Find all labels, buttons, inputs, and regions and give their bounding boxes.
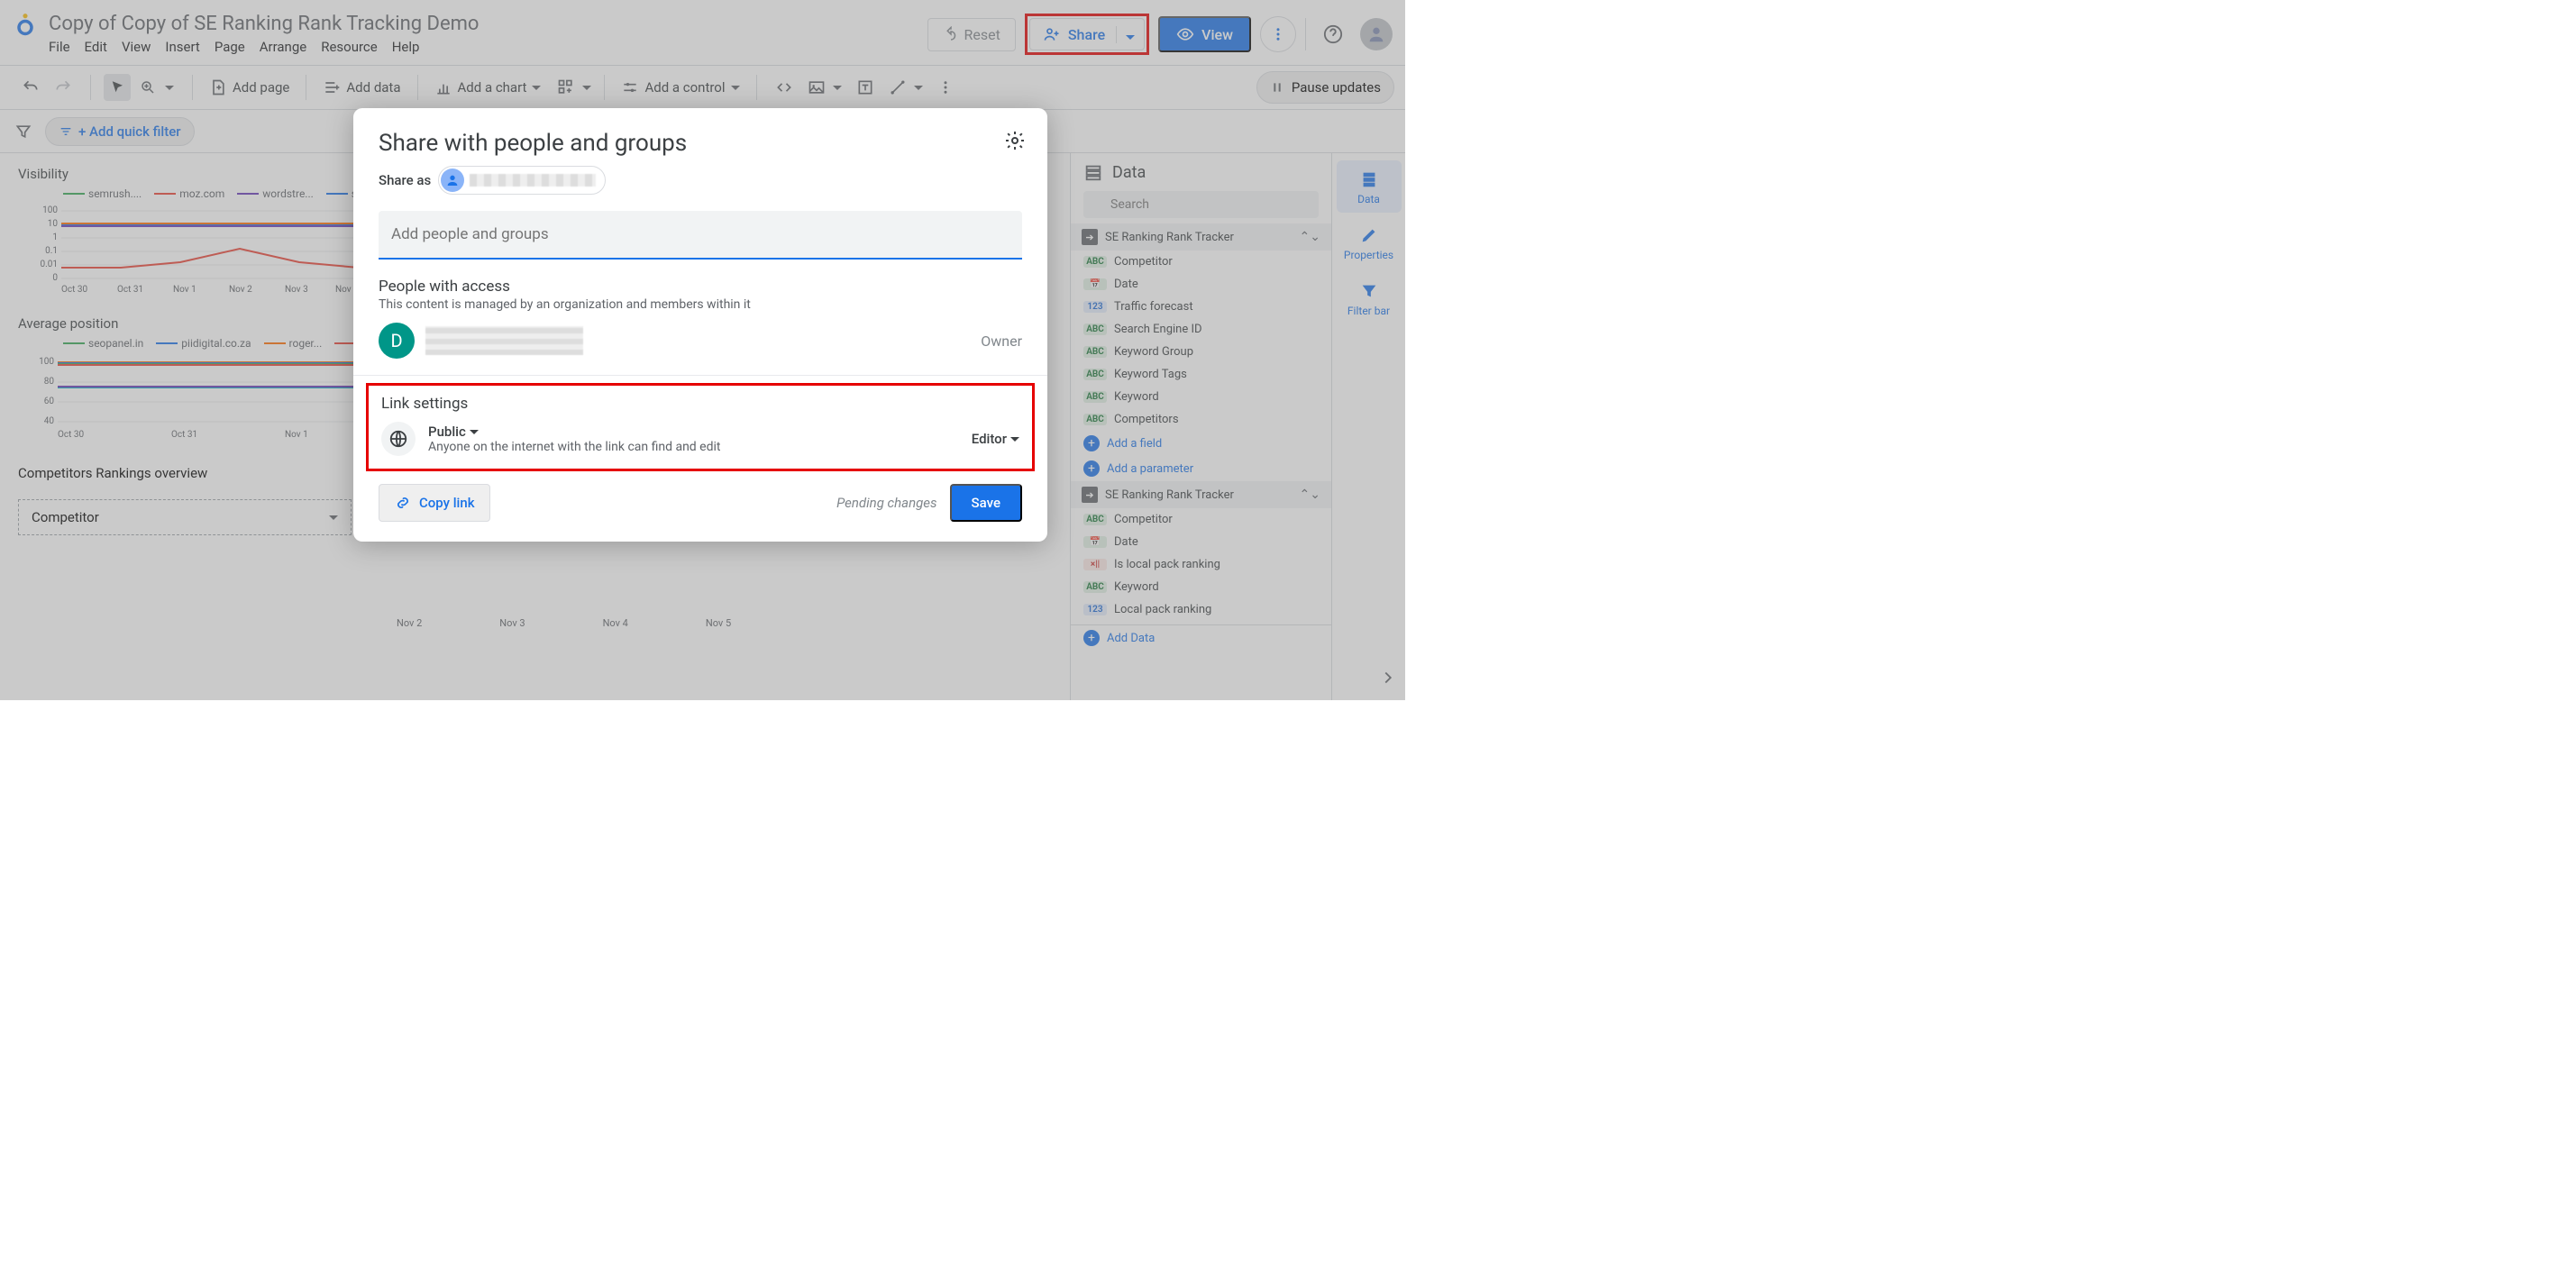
- person-row: D Owner: [379, 323, 1022, 359]
- share-dialog: Share with people and groups Share as Pe…: [353, 108, 1047, 542]
- people-with-access-subtitle: This content is managed by an organizati…: [379, 297, 1022, 312]
- link-icon: [394, 494, 412, 512]
- share-as-row: Share as: [379, 166, 1022, 195]
- dialog-footer: Copy link Pending changes Save: [379, 484, 1022, 522]
- link-settings-row: Public Anyone on the internet with the l…: [381, 422, 1019, 456]
- link-role-dropdown[interactable]: Editor: [972, 431, 1019, 447]
- redacted-text: [425, 326, 583, 355]
- settings-button[interactable]: [1004, 130, 1026, 155]
- people-with-access-title: People with access: [379, 278, 1022, 296]
- add-people-input[interactable]: [379, 211, 1022, 260]
- copy-link-button[interactable]: Copy link: [379, 484, 490, 522]
- highlight-link-settings: Link settings Public Anyone on the inter…: [366, 383, 1035, 471]
- dialog-title: Share with people and groups: [379, 130, 1022, 157]
- globe-icon: [381, 422, 416, 456]
- link-settings-title: Link settings: [381, 395, 1019, 413]
- share-as-chip[interactable]: [438, 166, 606, 195]
- person-role: Owner: [981, 333, 1022, 350]
- save-button[interactable]: Save: [950, 484, 1022, 522]
- gear-icon: [1004, 130, 1026, 151]
- redacted-text: [470, 174, 596, 187]
- link-visibility-dropdown[interactable]: Public: [428, 424, 959, 440]
- pending-changes-text: Pending changes: [836, 495, 936, 511]
- avatar-icon: [441, 169, 464, 192]
- link-visibility-description: Anyone on the internet with the link can…: [428, 440, 959, 454]
- person-avatar: D: [379, 323, 415, 359]
